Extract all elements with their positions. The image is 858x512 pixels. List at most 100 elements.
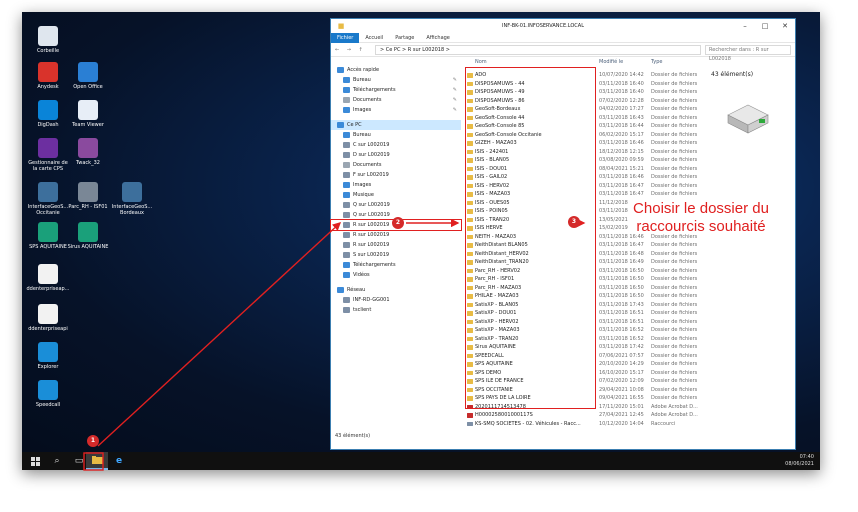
nav-item[interactable]: R sur L002019	[331, 230, 461, 240]
close-button[interactable]: ✕	[775, 22, 795, 30]
file-date: 18/12/2018 12:15	[599, 148, 644, 155]
nav-item[interactable]: Musique	[331, 190, 461, 200]
nav-item-label: R sur L002019	[353, 222, 390, 228]
desktop-shortcut[interactable]: DigDash	[26, 100, 70, 128]
desktop-shortcut[interactable]: Speedcall	[26, 380, 70, 408]
ribbon-tab[interactable]: Affichage	[420, 35, 456, 41]
nav-item[interactable]: Vidéos	[331, 270, 461, 280]
drive-icon	[727, 104, 769, 134]
search-input[interactable]: Rechercher dans : R sur L002018	[705, 44, 791, 62]
nav-item-icon	[343, 171, 350, 178]
minimize-button[interactable]: –	[735, 22, 755, 30]
desktop-shortcut[interactable]: ddenterpriseap...	[26, 264, 70, 292]
nav-item[interactable]: S sur L002019	[331, 250, 461, 260]
desktop-shortcut[interactable]: ddenterpriseapi	[26, 304, 70, 332]
file-date: 06/02/2020 15:17	[599, 131, 644, 138]
file-date: 07/02/2020 12:28	[599, 97, 644, 104]
desktop-shortcut[interactable]: Twack_32	[66, 138, 110, 166]
edge-icon[interactable]: e	[108, 452, 130, 470]
file-date: 03/11/2018 16:47	[599, 191, 644, 197]
file-type: Dossier de fichiers	[651, 174, 698, 180]
desktop-shortcut[interactable]: InterfaceGeoS... Occitanie	[26, 182, 70, 216]
desktop-shortcut-label: Sirus AQUITAINE	[67, 244, 109, 250]
nav-item-icon	[337, 286, 344, 293]
status-bar: 43 élément(s)	[335, 433, 371, 439]
nav-item[interactable]: Réseau	[331, 285, 461, 295]
ribbon-tab[interactable]: Accueil	[359, 35, 389, 41]
nav-item[interactable]: Accès rapide	[331, 65, 461, 75]
folder-icon	[91, 456, 103, 464]
desktop-shortcut-label: Anydesk	[37, 84, 59, 90]
nav-item[interactable]: Bureau ✎	[331, 75, 461, 85]
nav-item[interactable]: tsclient	[331, 305, 461, 315]
file-type: Dossier de fichiers	[651, 250, 698, 257]
nav-item-icon	[343, 86, 350, 93]
step-badge-1: 1	[87, 435, 99, 447]
instruction-callout: Choisir le dossier du raccourcis souhait…	[601, 200, 801, 236]
file-type: Dossier de fichiers	[651, 123, 698, 129]
nav-item[interactable]: Images ✎	[331, 105, 461, 115]
nav-item-icon	[343, 261, 350, 268]
list-item[interactable]: KS-SMQ SOCIETES - 02. Véhicules - Racc..…	[461, 420, 711, 429]
nav-item[interactable]: Bureau	[331, 130, 461, 140]
desktop-shortcut[interactable]: Gestionnaire de la carte CPS	[26, 138, 70, 172]
nav-item[interactable]: Documents	[331, 160, 461, 170]
file-type: Dossier de fichiers	[651, 344, 698, 350]
address-bar[interactable]: > Ce PC > R sur L002018 >	[375, 44, 701, 55]
nav-item[interactable]: D sur L002019	[331, 150, 461, 160]
nav-item-icon	[343, 191, 350, 198]
desktop-shortcut[interactable]: Corbeille	[26, 26, 70, 54]
nav-item[interactable]: Documents ✎	[331, 95, 461, 105]
clock-time: 07:40	[799, 454, 814, 460]
desktop-shortcut[interactable]: Sirus AQUITAINE	[66, 222, 110, 250]
nav-item[interactable]: C sur L002019	[331, 140, 461, 150]
column-date[interactable]: Modifié le	[599, 59, 623, 65]
nav-arrows[interactable]: ← → ↑	[335, 47, 375, 53]
file-date: 03/11/2018 16:50	[599, 284, 644, 291]
desktop-shortcut[interactable]: InterfaceGeoS... Bordeaux	[110, 182, 154, 216]
document-icon-2	[38, 304, 58, 324]
nav-item[interactable]: R sur L002019	[331, 240, 461, 250]
nav-item[interactable]: Téléchargements	[331, 260, 461, 270]
file-type: Dossier de fichiers	[651, 327, 698, 333]
desktop-shortcut[interactable]: Team Viewer	[66, 100, 110, 128]
desktop-shortcut[interactable]: Anydesk	[26, 62, 70, 90]
nav-item-icon	[337, 66, 344, 73]
file-type: Dossier de fichiers	[651, 80, 698, 87]
desktop-shortcut[interactable]: Open Office	[66, 62, 110, 90]
list-item[interactable]: H0000258001000117S 27/04/2021 12:45 Adobe …	[461, 411, 711, 420]
column-name[interactable]: Nom	[475, 59, 487, 65]
nav-item[interactable]: Ce PC	[331, 120, 461, 130]
desktop-shortcut-label: Parc_RH - ISF01	[68, 204, 108, 210]
desktop-shortcut[interactable]: Explorer	[26, 342, 70, 370]
maximize-button[interactable]: □	[755, 22, 775, 30]
start-button[interactable]	[24, 452, 46, 470]
search-icon[interactable]: ⌕	[46, 452, 68, 470]
nav-item[interactable]: Téléchargements ✎	[331, 85, 461, 95]
nav-item[interactable]: Images	[331, 180, 461, 190]
file-explorer-taskbar-icon[interactable]	[86, 452, 108, 470]
nav-item-label: C sur L002019	[353, 142, 390, 148]
file-type: Dossier de fichiers	[651, 191, 698, 197]
file-date: 03/11/2018 16:52	[599, 335, 644, 342]
desktop-shortcut[interactable]: SPS AQUITAINE	[26, 222, 70, 250]
nav-item-icon	[343, 96, 350, 103]
preview-count: 43 élément(s)	[711, 71, 754, 78]
nav-item-label: Q sur L002019	[353, 202, 390, 208]
file-date: 03/11/2018 16:40	[599, 80, 644, 87]
column-type[interactable]: Type	[651, 59, 662, 65]
desktop-shortcut[interactable]: Parc_RH - ISF01	[66, 182, 110, 210]
nav-item-label: Téléchargements	[353, 262, 396, 268]
nav-item[interactable]: Q sur L002019	[331, 200, 461, 210]
desktop-shortcut-label: InterfaceGeoS... Occitanie	[27, 204, 69, 216]
ribbon-tab[interactable]: Fichier	[331, 32, 360, 43]
nav-item-label: Téléchargements	[353, 87, 396, 93]
nav-item[interactable]: INF-RD-GG001	[331, 295, 461, 305]
nav-item-label: Vidéos	[353, 272, 370, 278]
sps-aquitaine-icon	[38, 222, 58, 242]
explorer-icon	[38, 342, 58, 362]
file-list: Nom Modifié le Type ADO 10/07/2020 14:42 D…	[461, 57, 711, 441]
ribbon-tab[interactable]: Partage	[389, 35, 420, 41]
callout-line-1: Choisir le dossier du	[633, 200, 769, 217]
nav-item[interactable]: F sur L002019	[331, 170, 461, 180]
